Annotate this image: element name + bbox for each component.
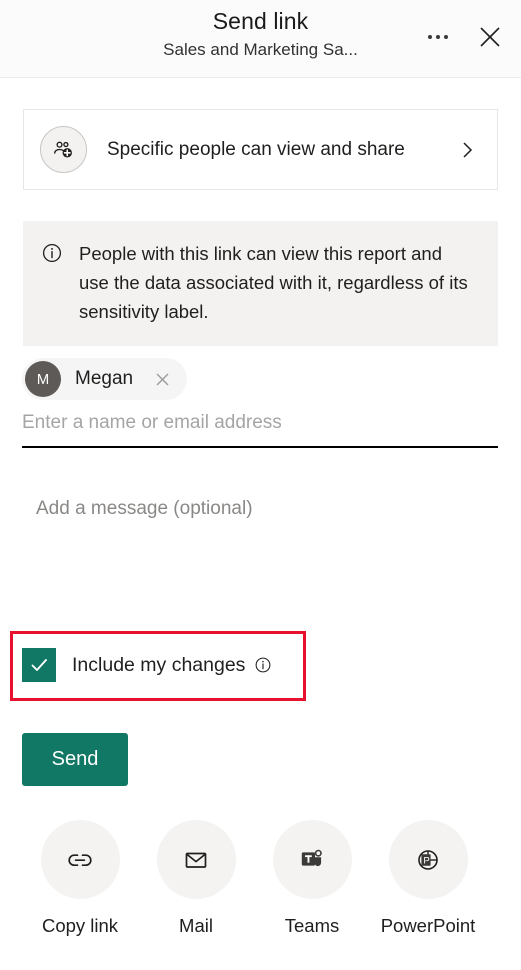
info-icon[interactable] — [254, 656, 272, 674]
share-target-copy-link[interactable]: Copy link — [22, 820, 138, 937]
share-target-label: Mail — [179, 915, 213, 936]
teams-icon — [272, 820, 352, 899]
info-icon — [41, 242, 63, 269]
share-target-label: Copy link — [41, 915, 119, 936]
checkmark-icon — [31, 659, 47, 671]
include-my-changes-checkbox[interactable] — [22, 648, 56, 682]
recipient-pill[interactable]: M Megan — [22, 358, 188, 400]
include-my-changes-label: Include my changes — [72, 653, 246, 676]
share-target-label: Teams — [284, 915, 340, 936]
sensitivity-info-text: People with this link can view this repo… — [79, 243, 468, 322]
share-target-powerpoint[interactable]: P PowerPoint — [370, 820, 486, 937]
chevron-right-icon — [460, 139, 475, 161]
share-target-mail[interactable]: Mail — [138, 820, 254, 937]
share-targets: Copy link Mail Teams P PowerPoint — [0, 820, 521, 937]
share-target-teams[interactable]: Teams — [254, 820, 370, 937]
dialog-header: Send link Sales and Marketing Sa... — [0, 0, 521, 78]
recipient-list: M Megan — [22, 358, 188, 400]
sensitivity-info-banner: People with this link can view this repo… — [23, 221, 498, 346]
close-icon — [480, 27, 500, 47]
link-icon — [40, 820, 120, 899]
svg-text:P: P — [423, 855, 429, 866]
recipient-search-input[interactable] — [22, 412, 498, 448]
recipient-name: Megan — [75, 368, 134, 389]
ellipsis-icon — [428, 35, 448, 39]
avatar: M — [25, 361, 61, 397]
send-button[interactable]: Send — [22, 733, 128, 786]
header-actions — [421, 20, 507, 54]
powerpoint-icon: P — [388, 820, 468, 899]
link-settings-label: Specific people can view and share — [107, 138, 405, 160]
more-options-button[interactable] — [421, 20, 455, 54]
message-input[interactable] — [36, 496, 498, 586]
include-my-changes-row[interactable]: Include my changes — [22, 648, 272, 682]
share-target-label: PowerPoint — [380, 915, 476, 936]
close-icon — [156, 372, 169, 386]
mail-icon — [156, 820, 236, 899]
link-settings-row[interactable]: Specific people can view and share — [23, 109, 498, 190]
remove-recipient-button[interactable] — [149, 366, 175, 392]
close-button[interactable] — [473, 20, 507, 54]
people-add-icon — [40, 126, 87, 173]
